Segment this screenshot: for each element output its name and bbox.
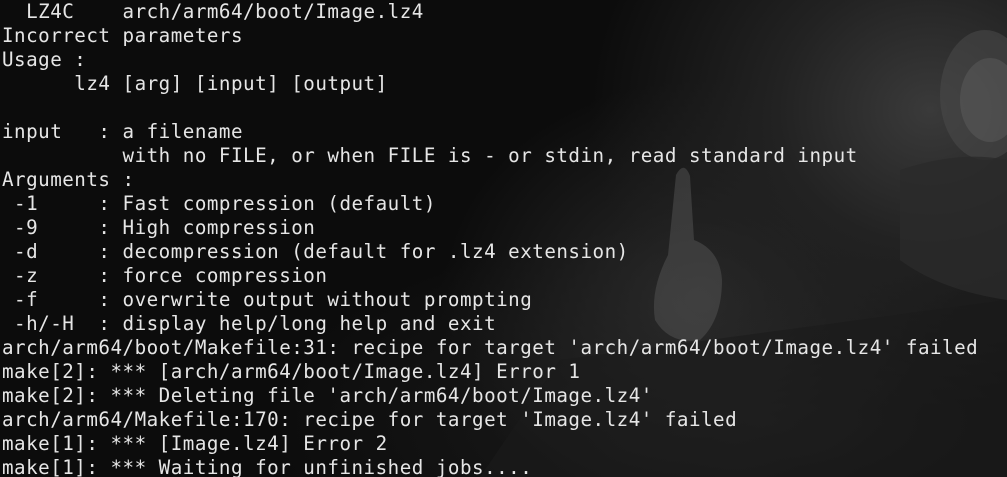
- terminal-line: -9 : High compression: [2, 216, 316, 239]
- terminal-line: LZ4C arch/arm64/boot/Image.lz4: [2, 0, 424, 23]
- terminal-line: make[2]: *** Deleting file 'arch/arm64/b…: [2, 384, 653, 407]
- terminal-line: -z : force compression: [2, 264, 328, 287]
- terminal-line: lz4 [arg] [input] [output]: [2, 72, 388, 95]
- terminal-line: input : a filename: [2, 120, 244, 143]
- terminal-window[interactable]: LZ4C arch/arm64/boot/Image.lz4 Incorrect …: [0, 0, 1007, 477]
- terminal-line: arch/arm64/Makefile:170: recipe for targ…: [2, 408, 738, 431]
- terminal-line: -h/-H : display help/long help and exit: [2, 312, 497, 335]
- terminal-line: -f : overwrite output without prompting: [2, 288, 533, 311]
- terminal-line: arch/arm64/boot/Makefile:31: recipe for …: [2, 336, 979, 359]
- terminal-line: Usage :: [2, 48, 87, 71]
- terminal-line: -1 : Fast compression (default): [2, 192, 436, 215]
- terminal-line: make[2]: *** [arch/arm64/boot/Image.lz4]…: [2, 360, 581, 383]
- terminal-line: with no FILE, or when FILE is - or stdin…: [2, 144, 858, 167]
- terminal-line: make[1]: *** [Image.lz4] Error 2: [2, 432, 388, 455]
- terminal-line: Incorrect parameters: [2, 24, 244, 47]
- terminal-line: Arguments :: [2, 168, 135, 191]
- terminal-line: make[1]: *** Waiting for unfinished jobs…: [2, 456, 533, 477]
- terminal-line: -d : decompression (default for .lz4 ext…: [2, 240, 629, 263]
- terminal-output: LZ4C arch/arm64/boot/Image.lz4 Incorrect …: [2, 0, 978, 477]
